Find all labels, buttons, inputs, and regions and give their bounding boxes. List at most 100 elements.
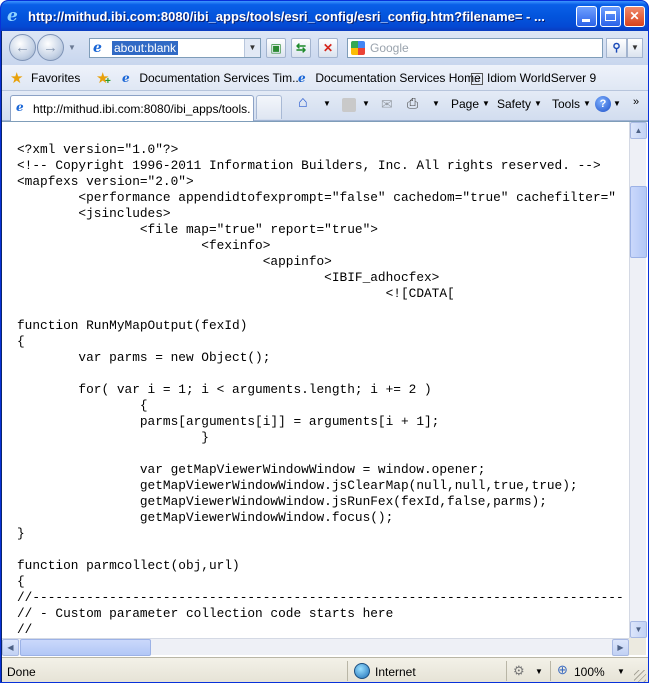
back-button[interactable]: ← [9,34,36,61]
favorite-link-idiom-worldserver[interactable]: ▫ Idiom WorldServer 9 [471,71,596,85]
maximize-icon [605,11,616,21]
favorites-button[interactable]: Favorites [31,71,80,85]
close-window-button[interactable]: ✕ [624,6,645,27]
new-tab-button[interactable] [256,95,282,119]
tab-title: http://mithud.ibi.com:8080/ibi_apps/tool… [33,102,251,116]
favorite-link-label: Documentation Services Home [315,71,481,85]
more-commands-icon[interactable]: » [633,96,639,108]
favorite-link-documentation-services-time[interactable]: e Documentation Services Tim... [122,71,302,85]
tools-menu[interactable]: Tools ▼ [552,97,591,111]
feeds-dropdown-icon[interactable]: ▼ [362,99,370,108]
home-dropdown-icon[interactable]: ▼ [323,99,331,108]
favorites-star-icon[interactable]: ★ [10,69,23,87]
tools-menu-label: Tools [552,97,581,111]
code-line: getMapViewerWindowWindow.jsClearMap(null… [17,478,578,493]
code-line: <!-- Copyright 1996-2011 Information Bui… [17,158,601,173]
code-line: <![CDATA[ [17,286,455,301]
page-icon: e [298,71,306,85]
address-input[interactable]: about:blank [112,41,179,55]
code-line: <file map="true" report="true"> [17,222,378,237]
google-icon [351,41,365,55]
tab-current[interactable]: e http://mithud.ibi.com:8080/ibi_apps/to… [10,95,254,121]
code-line: <performance appendidtofexprompt="false"… [17,190,616,205]
code-line: function RunMyMapOutput(fexId) [17,318,248,333]
home-icon[interactable]: ⌂ [298,94,308,112]
browser-window: e http://mithud.ibi.com:8080/ibi_apps/to… [0,0,649,683]
status-divider [506,661,507,681]
chevron-down-icon: ▼ [583,99,591,108]
recent-pages-dropdown-icon[interactable]: ▼ [68,43,76,52]
tab-and-command-bar: e http://mithud.ibi.com:8080/ibi_apps/to… [2,91,648,121]
vertical-scrollbar[interactable]: ▲ ▼ [629,122,647,638]
search-box[interactable]: Google [347,38,603,58]
forward-button[interactable]: → [37,34,64,61]
zoom-icon[interactable]: ⊕ [557,662,568,678]
code-line: // - Custom parameter collection code st… [17,606,394,621]
code-line: <fexinfo> [17,238,271,253]
favorite-link-label: Documentation Services Tim... [139,71,303,85]
chevron-down-icon: ▼ [534,99,542,108]
protected-mode-icon[interactable]: ⚙ [513,663,525,679]
code-line: { [17,334,25,349]
zoom-dropdown-icon[interactable]: ▼ [617,667,625,676]
search-button[interactable]: ⚲ [606,38,627,58]
maximize-button[interactable] [600,6,621,27]
window-title: http://mithud.ibi.com:8080/ibi_apps/tool… [28,9,545,24]
scrollbar-corner [629,638,646,655]
code-line: <IBIF_adhocfex> [17,270,440,285]
navigation-bar: ← → ▼ e about:blank ▼ ▣ ⇆ ✕ Google ⚲ ▼ [2,31,648,65]
code-line: var getMapViewerWindowWindow = window.op… [17,462,486,477]
scroll-down-button[interactable]: ▼ [630,621,647,638]
status-text: Done [7,665,36,679]
resize-grip-icon[interactable] [634,670,646,682]
favorites-bar: ★ Favorites ★ + e Documentation Services … [2,65,648,91]
print-icon[interactable]: ⎙ [407,95,418,112]
page-icon: e [122,71,130,85]
protected-mode-dropdown-icon[interactable]: ▼ [535,667,543,676]
feeds-icon[interactable] [342,98,356,112]
page-menu[interactable]: Page ▼ [451,97,490,111]
scroll-up-button[interactable]: ▲ [630,122,647,139]
scroll-right-button[interactable]: ▶ [612,639,629,656]
horizontal-scroll-thumb[interactable] [20,639,151,656]
help-icon[interactable]: ? [595,96,611,112]
help-dropdown-icon[interactable]: ▼ [613,99,621,108]
image-icon: ▫ [471,73,483,85]
status-bar: Done Internet ⚙ ▼ ⊕ 100% ▼ [2,657,648,682]
refresh-button[interactable]: ⇆ [291,38,311,58]
page-content: <?xml version="1.0"?> <!-- Copyright 1996… [2,121,648,657]
safety-menu-label: Safety [497,97,532,111]
read-mail-icon[interactable]: ✉ [381,96,393,113]
favorite-link-label: Idiom WorldServer 9 [487,71,597,85]
address-dropdown-icon[interactable]: ▼ [244,39,260,57]
vertical-scroll-thumb[interactable] [630,186,647,258]
address-bar[interactable]: e about:blank ▼ [89,38,261,58]
code-line: } [17,526,25,541]
compatibility-view-button[interactable]: ▣ [266,38,286,58]
security-zone[interactable]: Internet [375,665,416,679]
code-line: function parmcollect(obj,url) [17,558,240,573]
print-dropdown-icon[interactable]: ▼ [432,99,440,108]
search-options-dropdown-icon[interactable]: ▼ [627,38,643,58]
horizontal-scrollbar[interactable]: ◀ ▶ [2,638,629,656]
safety-menu[interactable]: Safety ▼ [497,97,542,111]
zoom-level[interactable]: 100% [574,665,605,679]
add-to-favorites-icon[interactable]: ★ + [96,69,111,87]
code-line: <?xml version="1.0"?> [17,142,179,157]
code-line: // [17,622,33,637]
favorite-link-documentation-services-home[interactable]: e Documentation Services Home [298,71,481,85]
status-divider [550,661,551,681]
globe-icon [354,663,370,679]
xml-source-view: <?xml version="1.0"?> <!-- Copyright 1996… [2,122,629,638]
scroll-left-button[interactable]: ◀ [2,639,19,656]
code-line: <mapfexs version="2.0"> [17,174,194,189]
stop-button[interactable]: ✕ [318,38,338,58]
minimize-button[interactable] [576,6,597,27]
status-divider [347,661,348,681]
page-icon: e [93,40,102,56]
search-input[interactable]: Google [370,41,409,55]
title-bar[interactable]: e http://mithud.ibi.com:8080/ibi_apps/to… [1,1,648,31]
